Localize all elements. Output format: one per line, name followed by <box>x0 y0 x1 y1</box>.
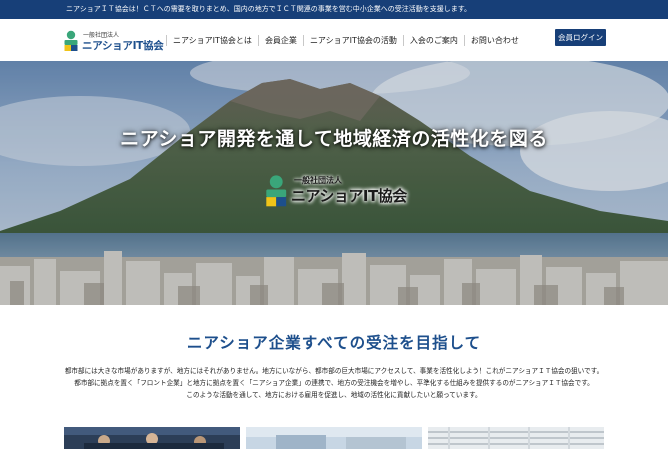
hero-banner: ニアショア開発を通して地域経済の活性化を図る 一般社団法人 ニアショアIT協会 <box>0 61 668 305</box>
intro-line: 都市部には大きな市場がありますが、地方にはそれがありません。地方にいながら、都市… <box>64 367 604 375</box>
feature-image-office[interactable] <box>246 427 422 449</box>
nav-item-about[interactable]: ニアショアIT協会とは <box>166 34 258 46</box>
teamwork-photo <box>64 427 240 449</box>
intro-line: このような活動を通して、地方における雇用を促進し、地域の活性化に貢献したいと願っ… <box>186 391 482 399</box>
building-photo <box>428 427 604 449</box>
hero-logo-mark-icon <box>266 175 287 207</box>
feature-image-teamwork[interactable] <box>64 427 240 449</box>
logo-title: ニアショアIT協会 <box>82 40 164 52</box>
announcement-text: ニアショアＩＴ協会は！ＣＴへの需要を取りまとめ、国内の地方でＩＣＴ関連の事業を営… <box>66 5 472 13</box>
nav-item-members[interactable]: 会員企業 <box>257 34 303 46</box>
nav-item-join[interactable]: 入会のご案内 <box>402 34 464 46</box>
intro-description: 都市部には大きな市場がありますが、地方にはそれがありません。地方にいながら、都市… <box>0 365 668 401</box>
logo-mark-icon <box>64 30 78 51</box>
member-login-button[interactable]: 会員ログイン <box>555 29 606 46</box>
nav-item-activities[interactable]: ニアショアIT協会の活動 <box>302 34 403 46</box>
office-photo <box>246 427 422 449</box>
nav-item-contact[interactable]: お問い合わせ <box>463 34 525 46</box>
hero-logo: 一般社団法人 ニアショアIT協会 <box>264 174 414 210</box>
main-nav: ニアショアIT協会とは 会員企業 ニアショアIT協会の活動 入会のご案内 お問い… <box>166 33 525 47</box>
hero-title: ニアショア開発を通して地域経済の活性化を図る <box>120 128 548 150</box>
site-logo[interactable]: 一般社団法人 ニアショアIT協会 <box>63 30 164 54</box>
top-announcement-bar: ニアショアＩＴ協会は！ＣＴへの需要を取りまとめ、国内の地方でＩＣＴ関連の事業を営… <box>0 0 668 19</box>
intro-line: 都市部に拠点を置く「フロント企業」と地方に拠点を置く「ニアショア企業」の連携で、… <box>74 379 594 387</box>
hero-logo-title: ニアショアIT協会 <box>291 187 407 205</box>
site-header: 一般社団法人 ニアショアIT協会 ニアショアIT協会とは 会員企業 ニアショアI… <box>0 19 668 61</box>
section-heading: ニアショア企業すべての受注を目指して <box>186 334 482 352</box>
feature-image-building[interactable] <box>428 427 604 449</box>
